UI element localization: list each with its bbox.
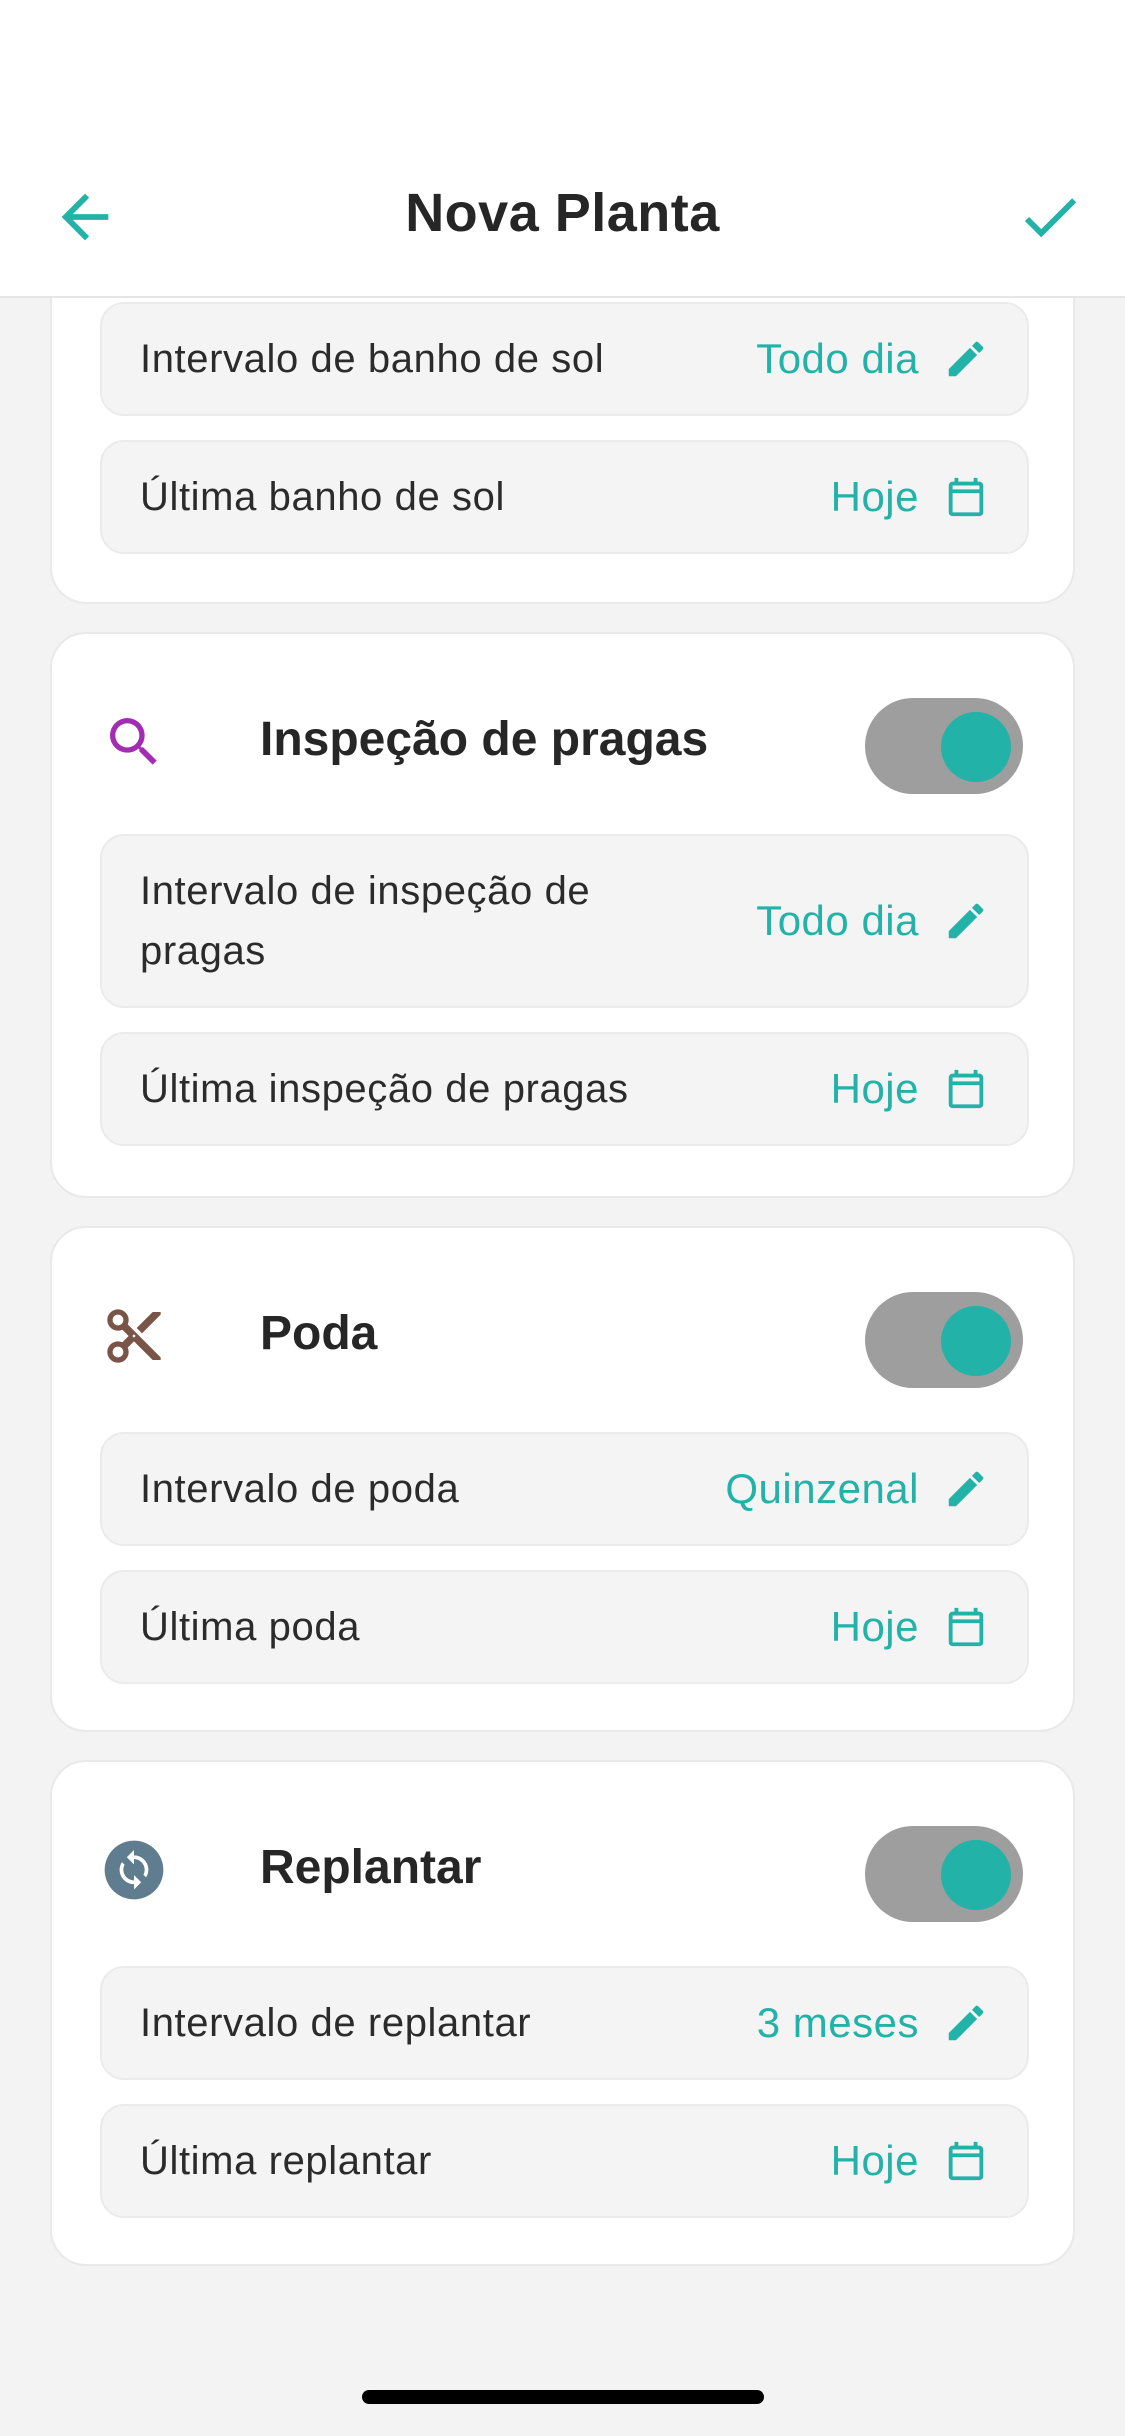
home-indicator[interactable] [362, 2390, 764, 2404]
last-pruning-row[interactable]: Última poda Hoje [100, 1570, 1029, 1684]
row-label: Intervalo de inspeção de pragas [140, 869, 591, 973]
card-title: Replantar [260, 1841, 482, 1894]
row-label: Última inspeção de pragas [140, 1067, 629, 1111]
last-pest-inspection-row[interactable]: Última inspeção de pragas Hoje [100, 1032, 1029, 1146]
toggle-knob [941, 1840, 1011, 1910]
app-header: Nova Planta [0, 132, 1125, 298]
repotting-card: Replantar Intervalo de replantar 3 meses… [50, 1760, 1075, 2266]
card-header: Replantar [102, 1818, 1023, 1922]
repotting-toggle[interactable] [865, 1826, 1023, 1922]
pest-inspection-card: Inspeção de pragas Intervalo de inspeção… [50, 632, 1075, 1198]
check-icon[interactable] [1015, 182, 1085, 252]
row-label: Última banho de sol [140, 475, 505, 519]
toggle-knob [941, 1306, 1011, 1376]
pruning-toggle[interactable] [865, 1292, 1023, 1388]
calendar-icon[interactable] [943, 474, 989, 520]
row-value: Hoje [830, 1603, 919, 1650]
pencil-icon[interactable] [943, 898, 989, 944]
row-label: Intervalo de banho de sol [140, 337, 605, 381]
pruning-card: Poda Intervalo de poda Quinzenal Última … [50, 1226, 1075, 1732]
pencil-icon[interactable] [943, 2000, 989, 2046]
row-value: Hoje [830, 2137, 919, 2184]
pruning-interval-row[interactable]: Intervalo de poda Quinzenal [100, 1432, 1029, 1546]
row-label: Intervalo de replantar [140, 2001, 532, 2045]
last-repotting-row[interactable]: Última replantar Hoje [100, 2104, 1029, 2218]
last-sunbath-row[interactable]: Última banho de sol Hoje [100, 440, 1029, 554]
card-title: Inspeção de pragas [260, 713, 709, 766]
pest-inspection-toggle[interactable] [865, 698, 1023, 794]
sync-icon [104, 1840, 164, 1900]
row-value: Quinzenal [725, 1465, 919, 1512]
pencil-icon[interactable] [943, 1466, 989, 1512]
sunbath-interval-row[interactable]: Intervalo de banho de sol Todo dia [100, 302, 1029, 416]
row-value: Todo dia [756, 335, 919, 382]
pencil-icon[interactable] [943, 336, 989, 382]
row-value: Hoje [830, 473, 919, 520]
page-title: Nova Planta [405, 183, 720, 243]
card-title: Poda [260, 1307, 378, 1360]
scissors-icon [107, 1309, 161, 1363]
row-label: Última replantar [140, 2139, 432, 2183]
row-value: Hoje [830, 1065, 919, 1112]
card-header: Poda [102, 1284, 1023, 1388]
calendar-icon[interactable] [943, 2138, 989, 2184]
search-icon [110, 718, 157, 765]
repotting-interval-row[interactable]: Intervalo de replantar 3 meses [100, 1966, 1029, 2080]
status-bar [0, 0, 1125, 132]
calendar-icon[interactable] [943, 1066, 989, 1112]
row-label: Última poda [140, 1605, 361, 1649]
pest-interval-row[interactable]: Intervalo de inspeção de pragas Todo dia [100, 834, 1029, 1008]
row-label: Intervalo de poda [140, 1467, 460, 1511]
row-value: 3 meses [756, 1999, 919, 2046]
card-header: Inspeção de pragas [102, 690, 1023, 794]
calendar-icon[interactable] [943, 1604, 989, 1650]
toggle-knob [941, 712, 1011, 782]
row-value: Todo dia [756, 897, 919, 944]
